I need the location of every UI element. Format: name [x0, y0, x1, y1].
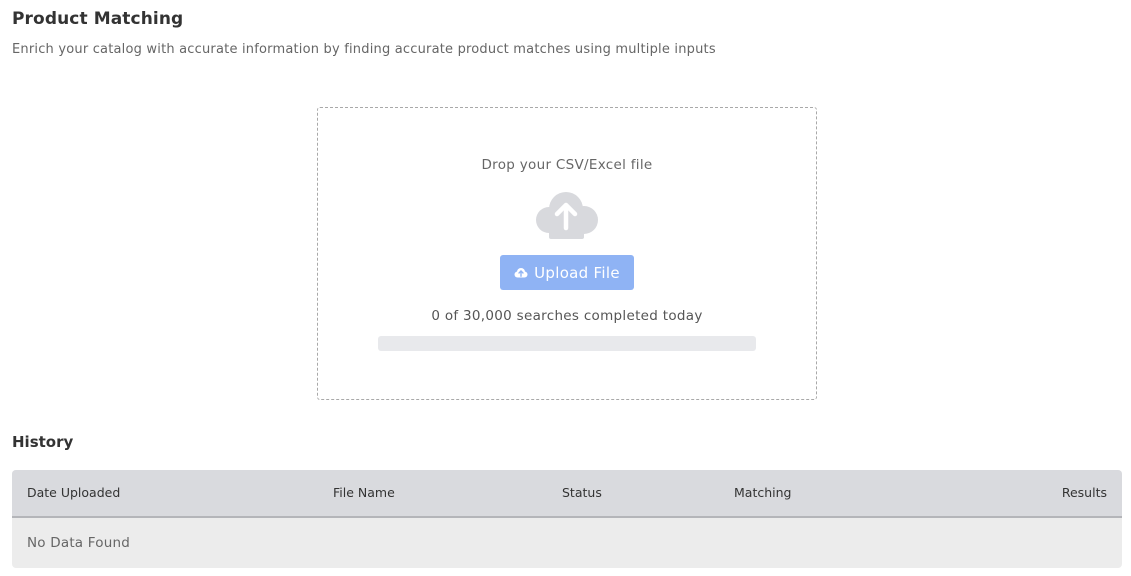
column-header-file-name[interactable]: File Name	[333, 485, 395, 500]
cloud-upload-icon	[514, 267, 528, 277]
upload-file-button[interactable]: Upload File	[500, 255, 634, 290]
table-empty-row: No Data Found	[12, 518, 1122, 568]
column-header-matching[interactable]: Matching	[734, 485, 791, 500]
column-header-date-uploaded[interactable]: Date Uploaded	[27, 485, 120, 500]
column-header-results[interactable]: Results	[1062, 485, 1107, 500]
page-title: Product Matching	[12, 9, 184, 29]
cloud-upload-icon	[536, 192, 598, 239]
file-dropzone[interactable]: Drop your CSV/Excel file Upload File 0 o…	[317, 107, 817, 400]
history-table: Date Uploaded File Name Status Matching …	[12, 470, 1122, 568]
history-title: History	[12, 433, 74, 451]
product-matching-page: Product Matching Enrich your catalog wit…	[0, 0, 1131, 576]
search-usage-text: 0 of 30,000 searches completed today	[431, 308, 703, 324]
search-usage-progress-bar	[378, 336, 756, 351]
page-subtitle: Enrich your catalog with accurate inform…	[12, 42, 716, 57]
no-data-message: No Data Found	[27, 535, 130, 551]
upload-file-label: Upload File	[534, 263, 620, 282]
table-header: Date Uploaded File Name Status Matching …	[12, 470, 1122, 518]
drop-instructions: Drop your CSV/Excel file	[481, 157, 653, 173]
column-header-status[interactable]: Status	[562, 485, 602, 500]
